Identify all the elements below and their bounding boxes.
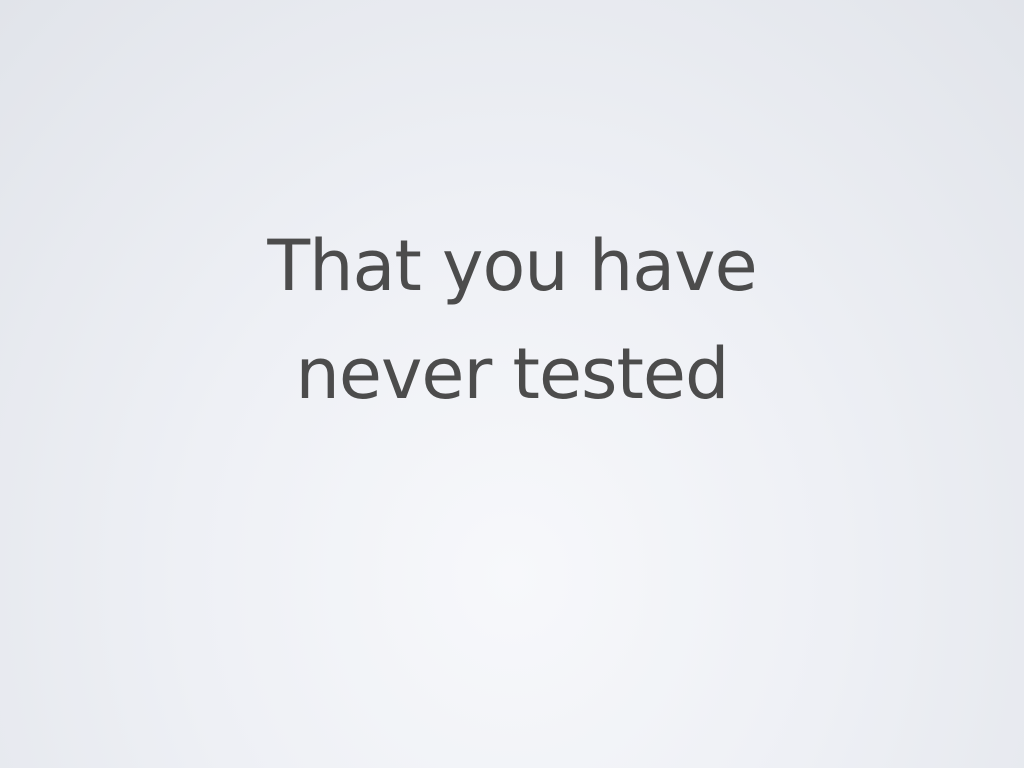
presentation-slide: That you have never tested [0,0,1024,768]
slide-title-line-2: never tested [295,333,730,415]
slide-title: That you have never tested [0,212,1024,428]
slide-title-line-1: That you have [267,225,757,307]
